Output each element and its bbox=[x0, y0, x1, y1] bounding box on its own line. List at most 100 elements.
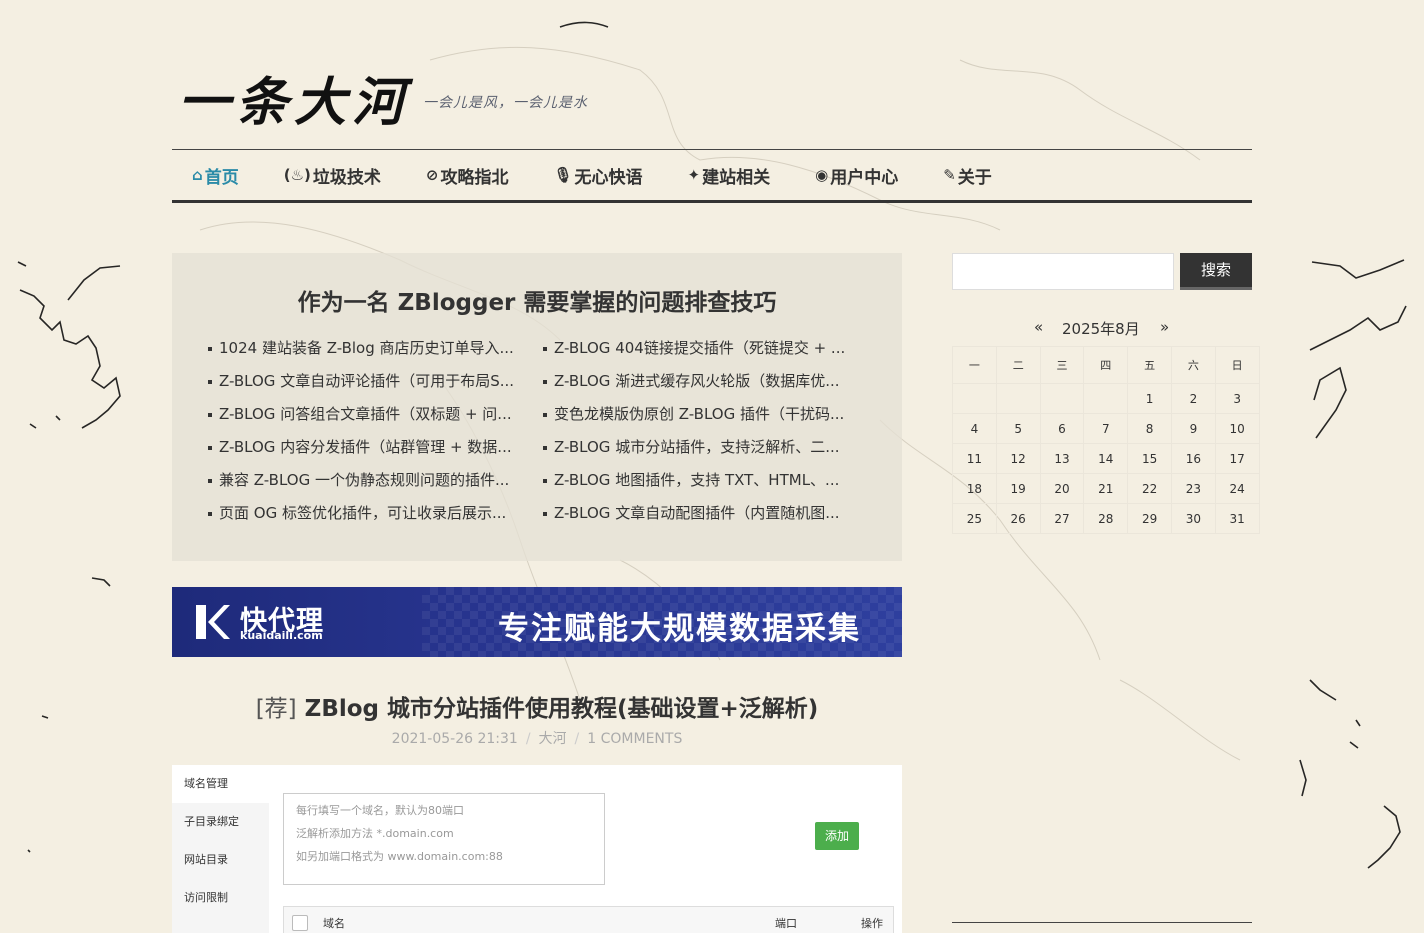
calendar-day: 11 bbox=[952, 443, 997, 474]
featured-link[interactable]: Z-BLOG 404链接提交插件（死链提交 + ... bbox=[543, 338, 868, 359]
calendar-day: 12 bbox=[995, 443, 1041, 474]
nav-item-build[interactable]: ✦ 建站相关 bbox=[688, 163, 771, 188]
featured-link[interactable]: Z-BLOG 城市分站插件，支持泛解析、二... bbox=[543, 437, 868, 458]
sidebar-divider bbox=[952, 922, 1252, 923]
banner-domain: kuaidaili.com bbox=[240, 629, 323, 642]
calendar-day: 25 bbox=[952, 503, 997, 534]
bullet-icon bbox=[208, 412, 212, 417]
nav-item-about[interactable]: ✎ 关于 bbox=[943, 163, 992, 188]
thumb-textarea-line: 每行填写一个域名，默认为80端口 bbox=[296, 804, 464, 817]
nav-item-user-center[interactable]: ◉ 用户中心 bbox=[815, 163, 898, 188]
thumb-sidebar-item: 网站目录 bbox=[184, 853, 228, 866]
calendar-day: 2 bbox=[1170, 383, 1216, 414]
thumb-sidebar-item: 域名管理 bbox=[172, 765, 269, 803]
thumb-col-action: 操作 bbox=[861, 917, 883, 930]
calendar-day: 8 bbox=[1127, 413, 1172, 444]
checkbox-icon bbox=[292, 915, 308, 931]
nav-item-label: 攻略指北 bbox=[440, 167, 509, 188]
thumb-sidebar: 域名管理 子目录绑定 网站目录 访问限制 bbox=[172, 765, 269, 933]
post-author[interactable]: 大河 bbox=[539, 731, 567, 747]
calendar-day bbox=[1039, 383, 1085, 414]
nav-item-home[interactable]: ⌂ 首页 bbox=[192, 163, 239, 188]
featured-link[interactable]: Z-BLOG 内容分发插件（站群管理 + 数据... bbox=[208, 437, 543, 458]
featured-link[interactable]: Z-BLOG 文章自动评论插件（可用于布局S... bbox=[208, 371, 543, 392]
bullet-icon bbox=[208, 379, 212, 384]
featured-link[interactable]: 变色龙模版伪原创 Z-BLOG 插件（干扰码... bbox=[543, 404, 868, 425]
calendar-weekday: 四 bbox=[1083, 346, 1129, 384]
bullet-icon bbox=[208, 478, 212, 483]
calendar-day: 10 bbox=[1214, 413, 1260, 444]
calendar-table: 一 二 三 四 五 六 日 1 2 3 4 5 6 7 8 9 10 11 12… bbox=[952, 346, 1260, 534]
nav-item-guide[interactable]: ⊘ 攻略指北 bbox=[426, 163, 509, 188]
nav-item-label: 首页 bbox=[204, 167, 239, 188]
thumb-col-port: 端口 bbox=[775, 917, 797, 930]
featured-topic-box: 作为一名 ZBlogger 需要掌握的问题排查技巧 1024 建站装备 Z-Bl… bbox=[172, 253, 902, 561]
post-meta: 2021-05-26 21:31 / 大河 / 1 COMMENTS bbox=[172, 728, 902, 748]
home-icon: ⌂ bbox=[192, 166, 203, 184]
calendar-day: 30 bbox=[1170, 503, 1216, 534]
calendar-day: 18 bbox=[952, 473, 997, 504]
bullet-icon bbox=[208, 511, 212, 516]
nav-item-talk[interactable]: 🎙 无心快语 bbox=[554, 163, 643, 188]
ad-banner[interactable]: 快代理 kuaidaili.com 专注赋能大规模数据采集 bbox=[172, 587, 902, 657]
calendar-day: 23 bbox=[1170, 473, 1216, 504]
calendar-week-row: 11 12 13 14 15 16 17 bbox=[952, 443, 1260, 474]
calendar-day: 29 bbox=[1127, 503, 1172, 534]
kuaidaili-logo-icon bbox=[196, 605, 230, 639]
calendar-day: 4 bbox=[952, 413, 997, 444]
calendar-prev-link[interactable]: « bbox=[1034, 318, 1043, 336]
calendar-day bbox=[1083, 383, 1129, 414]
calendar-weekday: 二 bbox=[995, 346, 1041, 384]
calendar-week-row: 4 5 6 7 8 9 10 bbox=[952, 413, 1260, 444]
featured-link[interactable]: Z-BLOG 问答组合文章插件（双标题 + 问... bbox=[208, 404, 543, 425]
nav-item-label: 无心快语 bbox=[574, 167, 643, 188]
featured-link[interactable]: Z-BLOG 地图插件，支持 TXT、HTML、... bbox=[543, 470, 868, 491]
bullet-icon bbox=[543, 445, 547, 450]
nav-item-label: 建站相关 bbox=[702, 167, 771, 188]
cubes-icon: ✦ bbox=[687, 166, 701, 184]
nav-item-tech[interactable]: (♨) 垃圾技术 bbox=[284, 163, 381, 188]
featured-title[interactable]: 作为一名 ZBlogger 需要掌握的问题排查技巧 bbox=[172, 283, 902, 317]
nav-item-label: 关于 bbox=[957, 167, 992, 188]
meta-separator: / bbox=[574, 731, 580, 747]
calendar-day: 20 bbox=[1039, 473, 1085, 504]
calendar-day: 9 bbox=[1170, 413, 1216, 444]
thumb-sidebar-item: 访问限制 bbox=[184, 891, 228, 904]
calendar-next-link[interactable]: » bbox=[1160, 318, 1169, 336]
thumb-textarea-line: 如另加端口格式为 www.domain.com:88 bbox=[296, 850, 503, 863]
calendar-day: 6 bbox=[1039, 413, 1085, 444]
fire-icon: (♨) bbox=[283, 166, 311, 184]
calendar-caption: « 2025年8月 » bbox=[952, 318, 1252, 338]
microphone-icon: 🎙 bbox=[553, 166, 573, 184]
calendar-weekday: 日 bbox=[1214, 346, 1260, 384]
post-comments[interactable]: 1 COMMENTS bbox=[587, 731, 682, 747]
calendar-day: 14 bbox=[1083, 443, 1129, 474]
thumb-add-button: 添加 bbox=[815, 822, 859, 850]
post-title-text: ZBlog 城市分站插件使用教程(基础设置+泛解析) bbox=[304, 696, 819, 722]
nav-item-label: 垃圾技术 bbox=[312, 167, 381, 188]
thumb-textarea: 每行填写一个域名，默认为80端口 泛解析添加方法 *.domain.com 如另… bbox=[283, 793, 605, 885]
calendar-weekday-row: 一 二 三 四 五 六 日 bbox=[952, 346, 1260, 384]
post-title[interactable]: [荐] ZBlog 城市分站插件使用教程(基础设置+泛解析) bbox=[172, 689, 902, 723]
calendar-day: 1 bbox=[1127, 383, 1172, 414]
calendar-day: 24 bbox=[1214, 473, 1260, 504]
post-thumbnail[interactable]: 域名管理 子目录绑定 网站目录 访问限制 每行填写一个域名，默认为80端口 泛解… bbox=[172, 765, 902, 933]
featured-link[interactable]: 1024 建站装备 Z-Blog 商店历史订单导入... bbox=[208, 338, 543, 359]
search-button[interactable]: 搜索 bbox=[1180, 253, 1252, 290]
featured-link-list: 1024 建站装备 Z-Blog 商店历史订单导入... Z-BLOG 404链… bbox=[208, 338, 868, 524]
recommend-tag: [荐] bbox=[255, 696, 297, 722]
featured-link[interactable]: Z-BLOG 文章自动配图插件（内置随机图... bbox=[543, 503, 868, 524]
calendar-day: 15 bbox=[1127, 443, 1172, 474]
nav-item-label: 用户中心 bbox=[830, 167, 899, 188]
bullet-icon bbox=[208, 346, 212, 351]
featured-link[interactable]: 兼容 Z-BLOG 一个伪静态规则问题的插件... bbox=[208, 470, 543, 491]
featured-link[interactable]: 页面 OG 标签优化插件，可让收录后展示... bbox=[208, 503, 543, 524]
main-nav: ⌂ 首页 (♨) 垃圾技术 ⊘ 攻略指北 🎙 无心快语 ✦ 建站相关 ◉ 用户中… bbox=[172, 149, 1252, 203]
thumb-textarea-line: 泛解析添加方法 *.domain.com bbox=[296, 827, 454, 840]
search-input[interactable] bbox=[952, 253, 1174, 290]
calendar-weekday: 三 bbox=[1039, 346, 1085, 384]
calendar-weekday: 五 bbox=[1127, 346, 1172, 384]
thumb-table-header: 域名 端口 操作 bbox=[283, 906, 894, 933]
featured-link[interactable]: Z-BLOG 渐进式缓存风火轮版（数据库优... bbox=[543, 371, 868, 392]
site-logo[interactable]: 一条大河 bbox=[178, 60, 410, 135]
